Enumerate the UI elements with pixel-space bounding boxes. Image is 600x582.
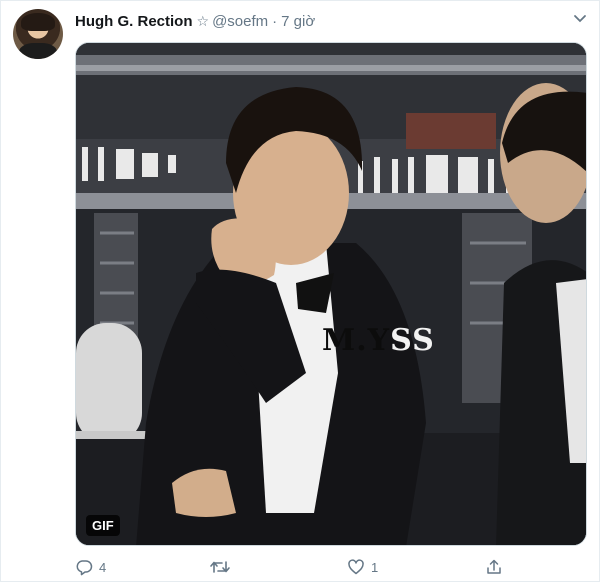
gif-media[interactable]: M.YSS GIF [75,42,587,546]
gif-frame-image [76,43,586,545]
star-icon: ☆ [196,12,210,29]
reply-count: 4 [99,559,107,575]
gif-badge: GIF [86,515,120,536]
share-button[interactable] [485,555,503,579]
reply-button[interactable]: 4 [75,555,106,579]
separator-dot: · [272,12,278,30]
watermark-text: M.YSS [322,323,435,358]
heart-icon [347,558,365,576]
retweet-button[interactable] [209,555,237,579]
like-button[interactable]: 1 [347,555,378,579]
avatar[interactable] [13,9,63,59]
tweet-card[interactable]: Hugh G. Rection ☆ @soefm · 7 giờ M.YSS G… [0,0,600,582]
tweet-actions: 4 1 [75,555,515,579]
user-handle[interactable]: @soefm [212,13,268,30]
retweet-icon [209,558,231,576]
like-count: 1 [371,559,379,575]
timestamp[interactable]: 7 giờ [281,13,315,30]
display-name[interactable]: Hugh G. Rection [75,13,193,30]
reply-icon [75,558,93,576]
share-icon [485,558,503,576]
tweet-header: Hugh G. Rection ☆ @soefm · 7 giờ [75,11,315,31]
chevron-down-icon[interactable] [569,9,591,29]
